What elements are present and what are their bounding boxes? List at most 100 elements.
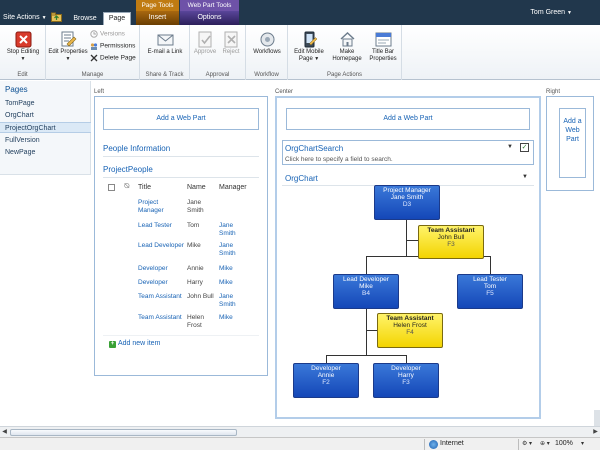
column-header-name[interactable]: Name — [187, 184, 206, 191]
cell-manager[interactable]: Jane Smith — [219, 222, 249, 238]
workflows-button[interactable]: Workflows — [248, 31, 286, 56]
cell-manager[interactable]: Mike — [219, 314, 249, 322]
edit-properties-label: Edit Properties — [48, 49, 88, 55]
add-web-part-center[interactable]: Add a Web Part — [286, 108, 530, 130]
approve-button[interactable]: Approve — [192, 31, 218, 56]
chevron-down-icon[interactable]: ▾ — [581, 440, 584, 447]
scroll-right-icon[interactable]: ▶ — [591, 428, 600, 437]
cell-name: Helen Frost — [187, 314, 204, 329]
web-part-title-orgchart[interactable]: OrgChart — [285, 174, 318, 183]
org-node[interactable]: Lead Developer Mike B4 — [333, 274, 399, 309]
workflows-icon — [260, 32, 274, 47]
email-icon — [157, 34, 173, 46]
reject-label: Reject — [222, 49, 240, 55]
tab-insert[interactable]: Insert — [136, 11, 179, 25]
org-node-title: Project Manager — [383, 187, 431, 194]
cell-title[interactable]: Lead Tester — [138, 222, 184, 230]
org-connector — [406, 220, 407, 256]
cell-title[interactable]: Project Manager — [138, 199, 184, 215]
web-part-title-project-people[interactable]: ProjectPeople — [103, 165, 153, 174]
org-node-title: Team Assistant — [427, 227, 475, 234]
divider — [424, 439, 425, 450]
cell-title[interactable]: Team Assistant — [138, 314, 184, 322]
tab-page[interactable]: Page — [103, 12, 131, 25]
divider — [103, 156, 259, 157]
column-header-manager[interactable]: Manager — [219, 184, 247, 191]
home-icon — [340, 32, 354, 47]
org-node[interactable]: Team Assistant Helen Frost F4 — [377, 313, 443, 348]
web-part-checkbox[interactable]: ✓ — [520, 143, 529, 152]
ribbon-group-label: Page Actions — [326, 72, 363, 78]
org-node-code: B4 — [362, 290, 370, 297]
user-menu[interactable]: Tom Green ▼ — [530, 9, 572, 16]
org-node-name: Annie — [317, 372, 335, 379]
versions-icon — [90, 30, 98, 38]
versions-button[interactable]: Versions — [90, 30, 125, 38]
quick-launch-heading[interactable]: Pages — [5, 85, 28, 94]
cell-title[interactable]: Lead Developer — [138, 242, 184, 250]
cell-manager[interactable]: Jane Smith — [219, 242, 249, 258]
add-web-part-left[interactable]: Add a Web Part — [103, 108, 259, 130]
add-new-item-link[interactable]: + Add new item — [109, 340, 160, 348]
divider — [103, 177, 259, 178]
org-node-name: John Bull — [437, 234, 465, 241]
navigate-up-icon[interactable] — [51, 12, 62, 22]
web-part-menu[interactable]: ▼ — [507, 144, 513, 150]
zoom-icon[interactable]: ⊕ ▾ — [540, 440, 550, 447]
select-all-checkbox[interactable] — [108, 184, 115, 191]
org-node[interactable]: Project Manager Jane Smith D3 — [374, 185, 440, 220]
quick-launch-item[interactable]: FullVersion — [0, 135, 91, 146]
cell-manager[interactable]: Jane Smith — [219, 293, 249, 309]
web-part-title-people-information[interactable]: People Information — [103, 144, 170, 153]
ribbon-group-edit: Stop Editing ▼ Edit — [0, 25, 46, 80]
add-web-part-right[interactable]: Add a Web Part — [559, 108, 586, 178]
edit-mobile-page-button[interactable]: Edit Mobile Page ▼ — [290, 31, 328, 63]
quick-launch-item-selected[interactable]: ProjectOrgChart — [0, 122, 91, 133]
stop-editing-button[interactable]: Stop Editing ▼ — [2, 31, 44, 63]
page-tools-group: Page Tools Insert — [136, 0, 179, 25]
protected-mode-icon[interactable]: ⚙ ▾ — [522, 440, 532, 447]
attachment-icon: ⦰ — [124, 183, 130, 190]
quick-launch-item[interactable]: TomPage — [0, 98, 91, 109]
edit-properties-button[interactable]: Edit Properties ▼ — [48, 31, 88, 63]
cell-title[interactable]: Developer — [138, 265, 184, 273]
quick-launch-item[interactable]: OrgChart — [0, 110, 91, 121]
delete-page-label: Delete Page — [100, 54, 136, 62]
site-actions-menu[interactable]: Site Actions ▼ — [3, 14, 47, 21]
scrollbar-thumb[interactable] — [10, 429, 237, 436]
title-bar-properties-button[interactable]: Title Bar Properties — [365, 31, 401, 63]
vertical-scrollbar[interactable] — [594, 410, 600, 426]
make-homepage-button[interactable]: Make Homepage — [329, 31, 365, 63]
org-node-title: Team Assistant — [386, 315, 434, 322]
org-node[interactable]: Lead Tester Tom F5 — [457, 274, 523, 309]
tab-browse[interactable]: Browse — [70, 13, 100, 25]
cell-title[interactable]: Team Assistant — [138, 293, 184, 301]
zoom-level[interactable]: 100% — [555, 440, 573, 447]
cell-title[interactable]: Developer — [138, 279, 184, 287]
org-connector — [366, 256, 367, 274]
column-header-title[interactable]: Title — [138, 184, 151, 191]
scroll-left-icon[interactable]: ◀ — [0, 428, 9, 437]
org-node[interactable]: Team Assistant John Bull F3 — [418, 225, 484, 259]
web-part-menu[interactable]: ▼ — [522, 174, 528, 180]
quick-launch-item[interactable]: NewPage — [0, 147, 91, 158]
email-link-button[interactable]: E-mail a Link — [144, 31, 186, 56]
delete-page-button[interactable]: Delete Page — [90, 54, 136, 62]
web-part-tools-group: Web Part Tools Options — [180, 0, 239, 25]
reject-button[interactable]: Reject — [219, 31, 243, 56]
org-node[interactable]: Developer Harry F3 — [373, 363, 439, 398]
org-node[interactable]: Developer Annie F2 — [293, 363, 359, 398]
org-node-code: F5 — [486, 290, 494, 297]
horizontal-scrollbar[interactable]: ◀ ▶ — [0, 426, 600, 437]
ribbon-group-label: Share & Track — [145, 72, 184, 78]
security-zone[interactable]: Internet — [440, 440, 464, 447]
approve-label: Approve — [193, 49, 217, 55]
orgchart-search-hint[interactable]: Click here to specify a field to search. — [285, 156, 393, 163]
cell-manager[interactable]: Mike — [219, 279, 249, 287]
web-part-title-orgchart-search[interactable]: OrgChartSearch — [285, 144, 343, 153]
zone-label-center: Center — [275, 89, 294, 95]
tab-options[interactable]: Options — [180, 11, 239, 25]
cell-manager[interactable]: Mike — [219, 265, 249, 273]
cell-name: Tom — [187, 222, 200, 229]
permissions-button[interactable]: Permissions — [90, 42, 135, 50]
